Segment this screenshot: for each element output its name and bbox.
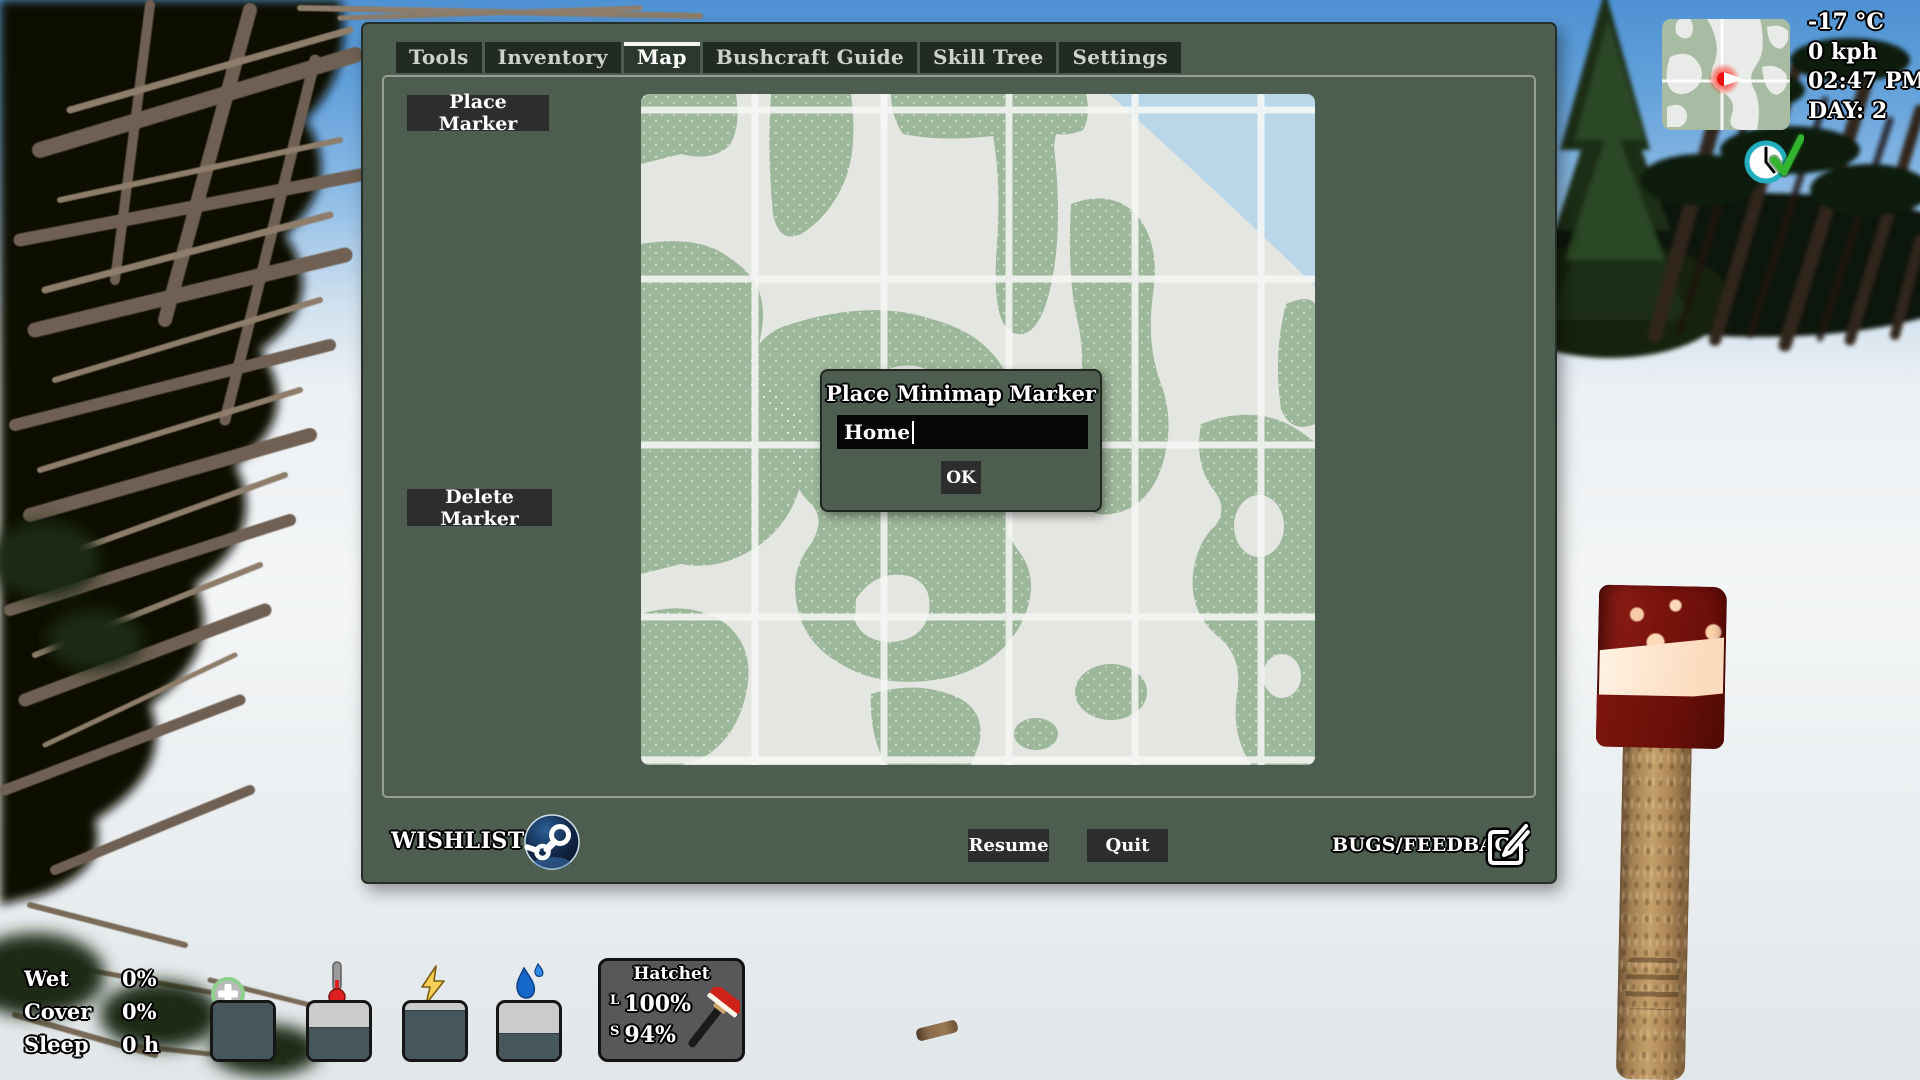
first-person-hatchet xyxy=(1589,584,1749,1080)
tool-stat-letter: L xyxy=(610,993,619,1008)
clock-check-icon xyxy=(1738,128,1804,190)
temperature-readout: -17 °C xyxy=(1808,8,1920,37)
hatchet-icon xyxy=(678,987,740,1057)
delete-marker-button[interactable]: Delete Marker xyxy=(407,489,552,526)
weather-hud: -17 °C 0 kph 02:47 PM DAY: 2 xyxy=(1808,8,1920,126)
time-readout: 02:47 PM xyxy=(1808,67,1920,96)
marker-name-value: Home xyxy=(844,420,910,444)
stat-label: Cover xyxy=(24,999,122,1024)
dialog-title: Place Minimap Marker xyxy=(822,381,1100,406)
condition-stats: Wet0% Cover0% Sleep0 h xyxy=(24,966,159,1065)
tool-sharpness-row: S 94% xyxy=(610,1022,676,1048)
hatchet-handle xyxy=(1616,723,1692,1080)
minimap xyxy=(1662,19,1790,130)
hatchet-head xyxy=(1596,584,1727,749)
stat-value: 0% xyxy=(122,999,157,1024)
hatchet-head-base xyxy=(1596,694,1725,749)
wishlist-label: WISHLIST! xyxy=(391,828,535,854)
day-readout: DAY: 2 xyxy=(1808,97,1920,126)
marker-name-input[interactable]: Home xyxy=(837,415,1088,449)
text-caret xyxy=(912,421,914,444)
menu-tab-bar: Tools Inventory Map Bushcraft Guide Skil… xyxy=(396,42,1181,73)
energy-bar xyxy=(402,1000,468,1062)
status-slot-hydration xyxy=(496,958,562,1062)
health-bar xyxy=(210,1000,276,1062)
stat-row-cover: Cover0% xyxy=(24,999,159,1032)
warmth-bar xyxy=(306,1000,372,1062)
feedback-edit-icon[interactable] xyxy=(1483,819,1531,869)
stick-on-snow xyxy=(915,1019,959,1042)
stat-value: 0 h xyxy=(122,1032,159,1057)
ok-button[interactable]: OK xyxy=(941,461,981,494)
tool-stat-value: 94% xyxy=(624,1022,676,1048)
status-slot-energy xyxy=(402,958,468,1062)
status-slot-health xyxy=(210,958,276,1062)
tab-bushcraft-guide[interactable]: Bushcraft Guide xyxy=(703,42,917,73)
stat-value: 0% xyxy=(122,966,157,991)
quit-button[interactable]: Quit xyxy=(1087,829,1168,862)
equipped-tool-panel: Hatchet L 100% S 94% xyxy=(598,958,745,1062)
tab-inventory[interactable]: Inventory xyxy=(485,42,621,73)
steam-icon[interactable] xyxy=(523,813,581,871)
tab-tools[interactable]: Tools xyxy=(396,42,482,73)
stat-label: Sleep xyxy=(24,1032,122,1057)
hydration-drop-icon xyxy=(510,962,548,1004)
tab-skill-tree[interactable]: Skill Tree xyxy=(920,42,1056,73)
stat-label: Wet xyxy=(24,966,122,991)
pause-menu-panel: Tools Inventory Map Bushcraft Guide Skil… xyxy=(361,22,1557,884)
stat-row-sleep: Sleep0 h xyxy=(24,1032,159,1065)
tab-map[interactable]: Map xyxy=(624,42,700,73)
place-marker-button[interactable]: Place Marker xyxy=(407,95,549,131)
status-slot-warmth xyxy=(306,958,372,1062)
speed-readout: 0 kph xyxy=(1808,38,1920,67)
tab-settings[interactable]: Settings xyxy=(1059,42,1180,73)
tool-stat-letter: S xyxy=(610,1024,619,1039)
resume-button[interactable]: Resume xyxy=(968,829,1049,862)
game-screen: Tools Inventory Map Bushcraft Guide Skil… xyxy=(0,0,1920,1080)
stat-row-wet: Wet0% xyxy=(24,966,159,999)
place-marker-dialog: Place Minimap Marker Home OK xyxy=(820,369,1102,512)
hydration-bar xyxy=(496,1000,562,1062)
tool-name: Hatchet xyxy=(601,964,742,984)
